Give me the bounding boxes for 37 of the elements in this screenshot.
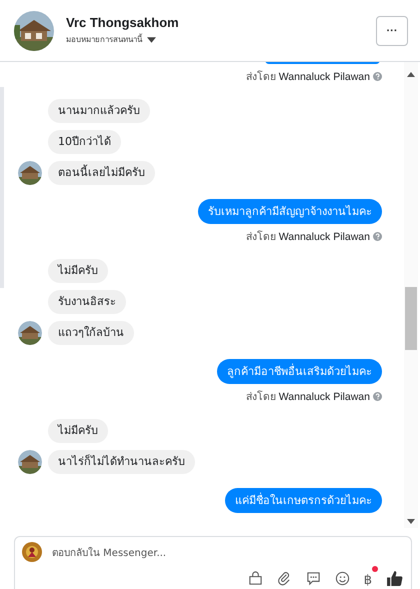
outgoing-message: รับเหมาลูกค้ามีสัญญาจ้างงานไมคะ [198,199,382,224]
outgoing-message: ลูกค้ามีอาชีพอื่นเสริมด้วยไมคะ [217,359,382,384]
incoming-message: นาไร่ก็ไม่ได้ทำนานละครับ [48,450,195,474]
incoming-message: แถวๆใก้ลบ้าน [48,321,134,345]
incoming-message: รับงานอิสระ [48,290,126,314]
outgoing-message: แค่มีชื่อในเกษตรกรด้วยไมคะ [225,488,382,513]
sender-avatar [18,161,42,185]
sender-avatar [18,321,42,345]
caret-icon [147,36,156,42]
incoming-message: ตอนนี้เลยไม่มีครับ [48,161,155,185]
thumbs-up-icon[interactable] [386,570,403,587]
sender-avatar [18,450,42,474]
emoji-icon[interactable] [334,571,350,586]
scroll-thumb[interactable] [405,287,417,350]
saved-reply-icon[interactable] [306,571,321,586]
incoming-message: ไม่มีครับ [48,419,108,443]
help-icon [373,232,382,241]
assign-dropdown[interactable]: มอบหมายการสนทนานี้ [66,33,156,46]
attachment-icon[interactable] [276,571,292,586]
help-icon [373,392,382,401]
incoming-message: นานมากแล้วครับ [48,99,150,123]
sender-note: ส่งโดย Wannaluck Pilawan [246,390,370,405]
incoming-message: ไม่มีครับ [48,259,108,283]
incoming-message: 10ปีกว่าได้ [48,130,121,154]
sender-note: ส่งโดย Wannaluck Pilawan [246,70,370,85]
scroll-up-icon[interactable] [407,72,415,77]
more-button[interactable]: ··· [376,16,408,46]
scrollbar[interactable] [404,62,418,528]
sender-note: ส่งโดย Wannaluck Pilawan [246,230,370,245]
shopping-bag-icon[interactable] [248,571,263,586]
scroll-down-icon[interactable] [407,519,415,524]
reply-box[interactable]: ตอบกลับใน Messenger... ฿ [14,536,412,589]
help-icon [373,72,382,81]
payment-button[interactable]: ฿ [364,573,372,588]
reply-field[interactable]: ตอบกลับใน Messenger... [52,544,166,560]
contact-name: Vrc Thongsakhom [66,15,180,30]
page-avatar [22,542,42,562]
